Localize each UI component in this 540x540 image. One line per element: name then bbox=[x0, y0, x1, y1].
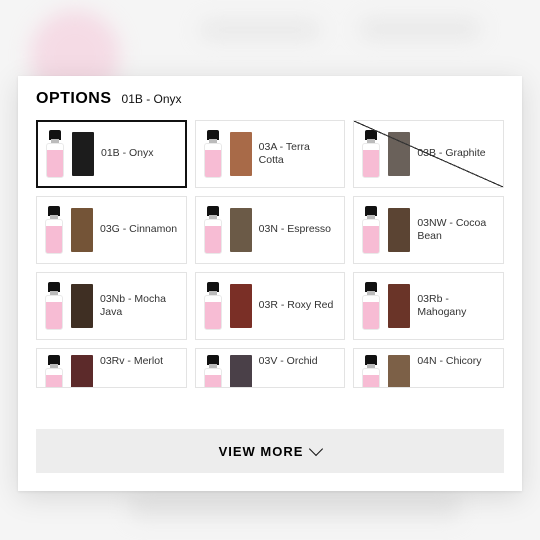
color-swatch bbox=[71, 284, 93, 328]
option-card[interactable]: 03A - Terra Cotta bbox=[195, 120, 346, 188]
option-label: 04N - Chicory bbox=[417, 355, 481, 368]
option-label: 03R - Roxy Red bbox=[259, 299, 334, 312]
view-more-label: VIEW MORE bbox=[219, 444, 304, 459]
options-panel: OPTIONS 01B - Onyx 01B - Onyx 03A - Terra… bbox=[18, 76, 522, 491]
option-card: 03B - Graphite bbox=[353, 120, 504, 188]
option-card[interactable]: 03G - Cinnamon bbox=[36, 196, 187, 264]
color-swatch bbox=[388, 208, 410, 252]
view-more-button[interactable]: VIEW MORE bbox=[36, 429, 504, 473]
option-label: 03Nb - Mocha Java bbox=[100, 293, 179, 319]
options-header: OPTIONS 01B - Onyx bbox=[36, 90, 504, 108]
bottle-icon bbox=[203, 355, 223, 388]
option-label: 03Rb - Mahogany bbox=[417, 293, 496, 319]
bottle-icon bbox=[44, 206, 64, 254]
option-label: 03Rv - Merlot bbox=[100, 355, 163, 368]
option-card[interactable]: 04N - Chicory bbox=[353, 348, 504, 388]
bottle-icon bbox=[203, 282, 223, 330]
fade-overlay bbox=[36, 401, 504, 431]
bottle-icon bbox=[203, 130, 223, 178]
option-label: 03NW - Cocoa Bean bbox=[417, 217, 496, 243]
option-card[interactable]: 03N - Espresso bbox=[195, 196, 346, 264]
option-card[interactable]: 01B - Onyx bbox=[36, 120, 187, 188]
option-label: 03A - Terra Cotta bbox=[259, 141, 338, 167]
bottle-icon bbox=[361, 355, 381, 388]
bottle-icon bbox=[361, 130, 381, 178]
option-card[interactable]: 03V - Orchid bbox=[195, 348, 346, 388]
option-card[interactable]: 03Rb - Mahogany bbox=[353, 272, 504, 340]
color-swatch bbox=[71, 355, 93, 388]
option-card[interactable]: 03R - Roxy Red bbox=[195, 272, 346, 340]
color-swatch bbox=[230, 208, 252, 252]
option-label: 03G - Cinnamon bbox=[100, 223, 177, 236]
bottle-icon bbox=[44, 355, 64, 388]
color-swatch bbox=[230, 284, 252, 328]
color-swatch bbox=[388, 132, 410, 176]
options-selected-value: 01B - Onyx bbox=[122, 92, 182, 106]
bottle-icon bbox=[203, 206, 223, 254]
options-grid: 01B - Onyx 03A - Terra Cotta 03B - Graphit… bbox=[36, 120, 504, 388]
color-swatch bbox=[230, 132, 252, 176]
color-swatch bbox=[388, 284, 410, 328]
options-title: OPTIONS bbox=[36, 90, 112, 108]
option-card[interactable]: 03NW - Cocoa Bean bbox=[353, 196, 504, 264]
bottle-icon bbox=[45, 130, 65, 178]
chevron-down-icon bbox=[309, 442, 323, 456]
option-label: 03V - Orchid bbox=[259, 355, 318, 368]
color-swatch bbox=[230, 355, 252, 388]
option-label: 03N - Espresso bbox=[259, 223, 331, 236]
option-label: 03B - Graphite bbox=[417, 147, 485, 160]
bottle-icon bbox=[361, 206, 381, 254]
color-swatch bbox=[388, 355, 410, 388]
color-swatch bbox=[71, 208, 93, 252]
color-swatch bbox=[72, 132, 94, 176]
option-label: 01B - Onyx bbox=[101, 147, 154, 160]
bottle-icon bbox=[361, 282, 381, 330]
option-card[interactable]: 03Rv - Merlot bbox=[36, 348, 187, 388]
option-card[interactable]: 03Nb - Mocha Java bbox=[36, 272, 187, 340]
bottle-icon bbox=[44, 282, 64, 330]
